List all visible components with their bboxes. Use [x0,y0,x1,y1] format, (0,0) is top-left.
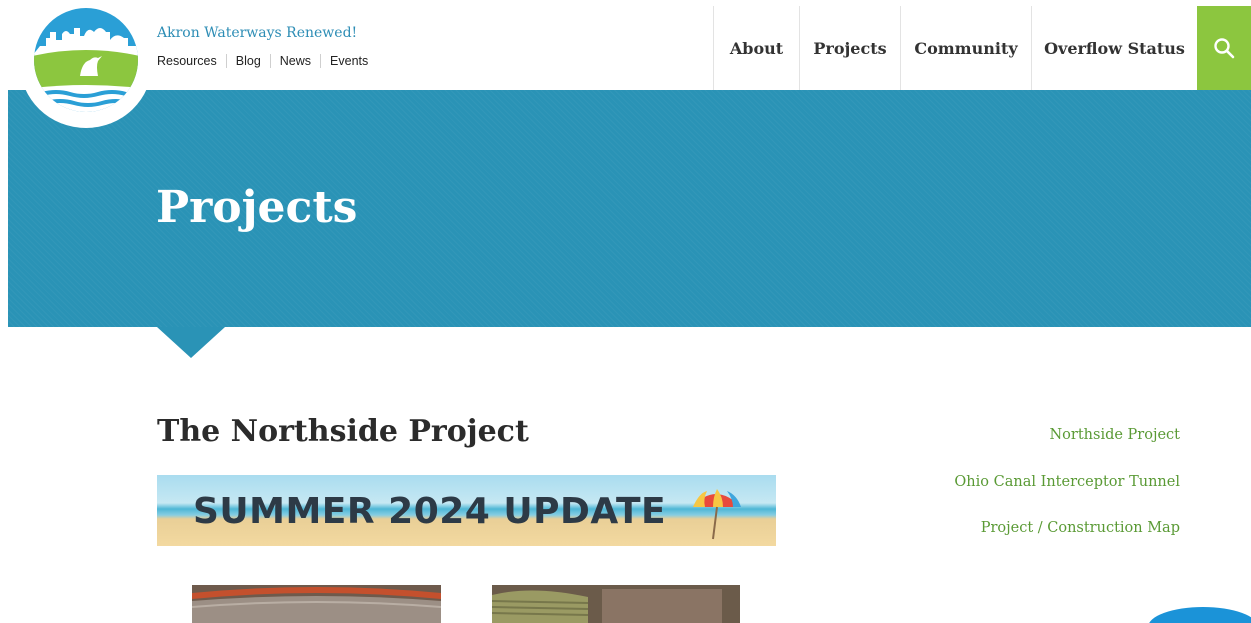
heron-logo-icon [34,8,138,112]
site-title[interactable]: Akron Waterways Renewed! [157,25,357,41]
banner-text: SUMMER 2024 UPDATE [193,491,667,532]
utility-link-news[interactable]: News [269,54,320,68]
main-nav: About Projects Community Overflow Status [713,6,1197,90]
side-link-construction-map[interactable]: Project / Construction Map [954,520,1180,567]
side-link-ohio-canal-tunnel[interactable]: Ohio Canal Interceptor Tunnel [954,474,1180,521]
beach-umbrella-icon [693,489,741,540]
utility-link-events[interactable]: Events [320,54,377,68]
section-title: The Northside Project [157,414,529,449]
utility-link-resources[interactable]: Resources [157,54,226,68]
search-icon [1214,38,1235,59]
utility-nav: Resources Blog News Events [157,54,377,68]
utility-link-blog[interactable]: Blog [225,54,270,68]
construction-photo-image [492,585,740,623]
tunnel-photo-image [192,585,441,623]
page-title: Projects [156,182,358,233]
side-link-northside-project[interactable]: Northside Project [954,427,1180,474]
site-logo[interactable] [20,0,152,128]
page-hero: Projects [8,90,1251,327]
summer-update-banner[interactable]: SUMMER 2024 UPDATE [157,475,776,546]
side-navigation: Northside Project Ohio Canal Interceptor… [954,427,1180,567]
nav-projects[interactable]: Projects [799,6,900,90]
nav-community[interactable]: Community [900,6,1031,90]
site-header: Akron Waterways Renewed! Resources Blog … [0,0,1251,128]
project-photo-right[interactable] [492,585,740,623]
hero-pointer [157,327,225,358]
project-photo-left[interactable] [192,585,441,623]
nav-overflow-status[interactable]: Overflow Status [1031,6,1197,90]
nav-about[interactable]: About [713,6,799,90]
chat-widget-button[interactable] [1148,607,1251,623]
search-button[interactable] [1197,6,1251,90]
